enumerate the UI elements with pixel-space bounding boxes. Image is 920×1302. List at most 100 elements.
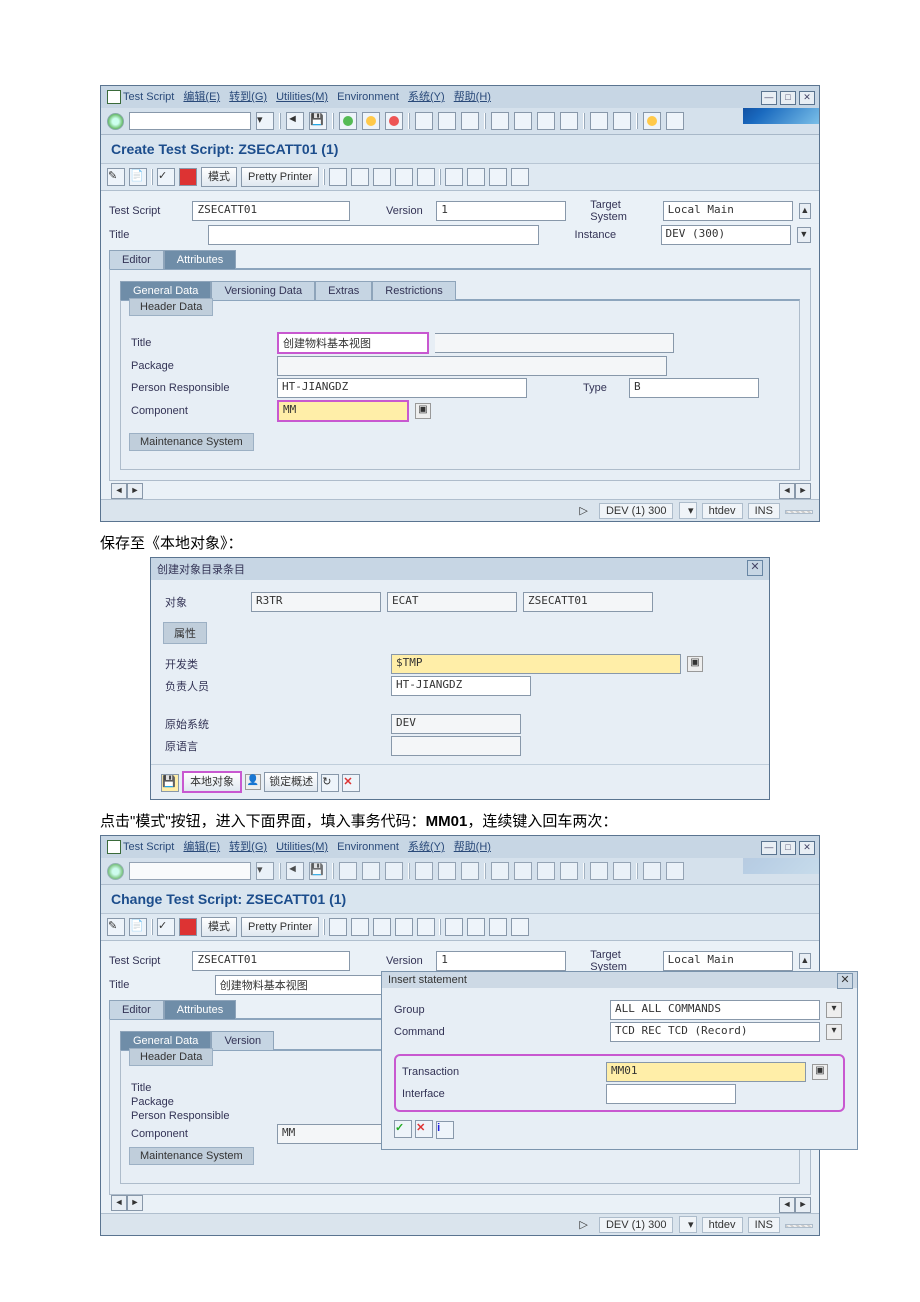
toggle-icon[interactable]: ✎: [107, 168, 125, 186]
field-version[interactable]: 1: [436, 951, 566, 971]
prev-page-icon[interactable]: [514, 112, 532, 130]
menu-edit[interactable]: 编辑(E): [183, 841, 220, 853]
dialog-continue-icon[interactable]: ↻: [321, 774, 339, 792]
close-icon[interactable]: ✕: [799, 91, 815, 105]
command-field[interactable]: [129, 112, 251, 130]
tab-extras[interactable]: Extras: [315, 281, 372, 300]
menu-test-script[interactable]: Test Script: [123, 91, 174, 103]
layout-icon[interactable]: [666, 112, 684, 130]
close-icon[interactable]: ✕: [799, 841, 815, 855]
status-drop-icon[interactable]: ▾: [679, 502, 697, 519]
new-mode-icon[interactable]: [590, 112, 608, 130]
hscroll-left2-icon[interactable]: ►: [127, 1195, 143, 1211]
scroll-up-icon[interactable]: ▲: [799, 203, 811, 219]
menu-help[interactable]: 帮助(H): [454, 841, 491, 853]
scroll-up-icon[interactable]: ▲: [799, 953, 811, 969]
dropdown-icon[interactable]: ▾: [256, 112, 274, 130]
ok-icon[interactable]: ✓: [394, 1120, 412, 1138]
tb-ico[interactable]: [511, 918, 529, 936]
back-green-icon[interactable]: [339, 112, 357, 130]
field-target[interactable]: Local Main: [663, 951, 793, 971]
hscroll-left2-icon[interactable]: ►: [127, 483, 143, 499]
field-interface[interactable]: [606, 1084, 736, 1104]
scroll-down-icon[interactable]: ▼: [797, 227, 811, 243]
menu-utilities[interactable]: Utilities(M): [276, 91, 328, 103]
tb-ico[interactable]: [445, 918, 463, 936]
menu-system[interactable]: 系统(Y): [408, 91, 445, 103]
dialog-close-icon[interactable]: ✕: [747, 560, 763, 576]
save-icon[interactable]: 💾: [309, 112, 327, 130]
pretty-printer-button[interactable]: Pretty Printer: [241, 167, 319, 187]
window-menu-icon[interactable]: [107, 840, 121, 854]
stop-icon[interactable]: [179, 168, 197, 186]
mode-button[interactable]: 模式: [201, 167, 237, 187]
field-title[interactable]: [208, 225, 538, 245]
tb-ico[interactable]: [395, 918, 413, 936]
local-object-button[interactable]: 本地对象: [182, 771, 242, 793]
other-icon[interactable]: 📄: [129, 918, 147, 936]
tb-ico-1[interactable]: [329, 168, 347, 186]
field-test-script[interactable]: ZSECATT01: [192, 951, 350, 971]
popup-close-icon[interactable]: ✕: [837, 973, 853, 989]
dialog-cancel-icon[interactable]: ✕: [342, 774, 360, 792]
tab-restrictions[interactable]: Restrictions: [372, 281, 455, 300]
tb-ico-8[interactable]: [489, 168, 507, 186]
exit-icon[interactable]: [362, 112, 380, 130]
check-icon[interactable]: ✓: [157, 168, 175, 186]
hscroll-right2-icon[interactable]: ►: [795, 1197, 811, 1213]
cancel-icon[interactable]: ✕: [415, 1120, 433, 1138]
tab-editor[interactable]: Editor: [109, 250, 164, 269]
shortcut-icon[interactable]: [613, 112, 631, 130]
lock-overview-button[interactable]: 锁定概述: [264, 772, 318, 792]
field-package[interactable]: [277, 356, 667, 376]
menu-environment[interactable]: Environment: [337, 841, 399, 853]
hscroll-right-icon[interactable]: ◄: [779, 483, 795, 499]
tb-ico-7[interactable]: [467, 168, 485, 186]
tb-ico[interactable]: [351, 918, 369, 936]
tb-ico[interactable]: [417, 918, 435, 936]
print-icon[interactable]: [415, 112, 433, 130]
f4-help-icon[interactable]: ▣: [415, 403, 431, 419]
tab-versioning[interactable]: Version: [211, 1031, 274, 1050]
field-devclass[interactable]: $TMP: [391, 654, 681, 674]
enter-icon[interactable]: [107, 863, 124, 880]
field-group[interactable]: ALL ALL COMMANDS: [610, 1000, 820, 1020]
tb-ico[interactable]: [489, 918, 507, 936]
window-menu-icon[interactable]: [107, 90, 121, 104]
tb-ico-2[interactable]: [351, 168, 369, 186]
minimize-icon[interactable]: —: [761, 91, 777, 105]
last-page-icon[interactable]: [560, 112, 578, 130]
status-drop-icon[interactable]: ▾: [679, 1216, 697, 1233]
first-page-icon[interactable]: [491, 112, 509, 130]
tb-ico-3[interactable]: [373, 168, 391, 186]
field-responsible[interactable]: HT-JIANGDZ: [391, 676, 531, 696]
dialog-save-icon[interactable]: 💾: [161, 774, 179, 792]
dropdown-icon[interactable]: ▾: [826, 1024, 842, 1040]
field-target[interactable]: Local Main: [663, 201, 793, 221]
maximize-icon[interactable]: □: [780, 841, 796, 855]
f4-dev-icon[interactable]: ▣: [687, 656, 703, 672]
minimize-icon[interactable]: —: [761, 841, 777, 855]
command-field[interactable]: [129, 862, 251, 880]
back-icon[interactable]: ◄: [286, 112, 304, 130]
menu-goto[interactable]: 转到(G): [229, 91, 267, 103]
toggle-icon[interactable]: ✎: [107, 918, 125, 936]
tb-ico-9[interactable]: [511, 168, 529, 186]
menu-edit[interactable]: 编辑(E): [183, 91, 220, 103]
menu-utilities[interactable]: Utilities(M): [276, 841, 328, 853]
dropdown-icon[interactable]: ▾: [256, 862, 274, 880]
tab-editor[interactable]: Editor: [109, 1000, 164, 1019]
menu-goto[interactable]: 转到(G): [229, 841, 267, 853]
field-hd-title-ext[interactable]: [435, 333, 674, 353]
dropdown-icon[interactable]: ▾: [826, 1002, 842, 1018]
field-person[interactable]: HT-JIANGDZ: [277, 378, 527, 398]
menu-environment[interactable]: Environment: [337, 91, 399, 103]
stop-icon[interactable]: [179, 918, 197, 936]
field-type[interactable]: B: [629, 378, 759, 398]
maximize-icon[interactable]: □: [780, 91, 796, 105]
field-test-script[interactable]: ZSECATT01: [192, 201, 350, 221]
hscroll-left-icon[interactable]: ◄: [111, 1195, 127, 1211]
tab-attributes[interactable]: Attributes: [164, 250, 236, 269]
tb-ico[interactable]: [329, 918, 347, 936]
help-icon[interactable]: [643, 112, 661, 130]
